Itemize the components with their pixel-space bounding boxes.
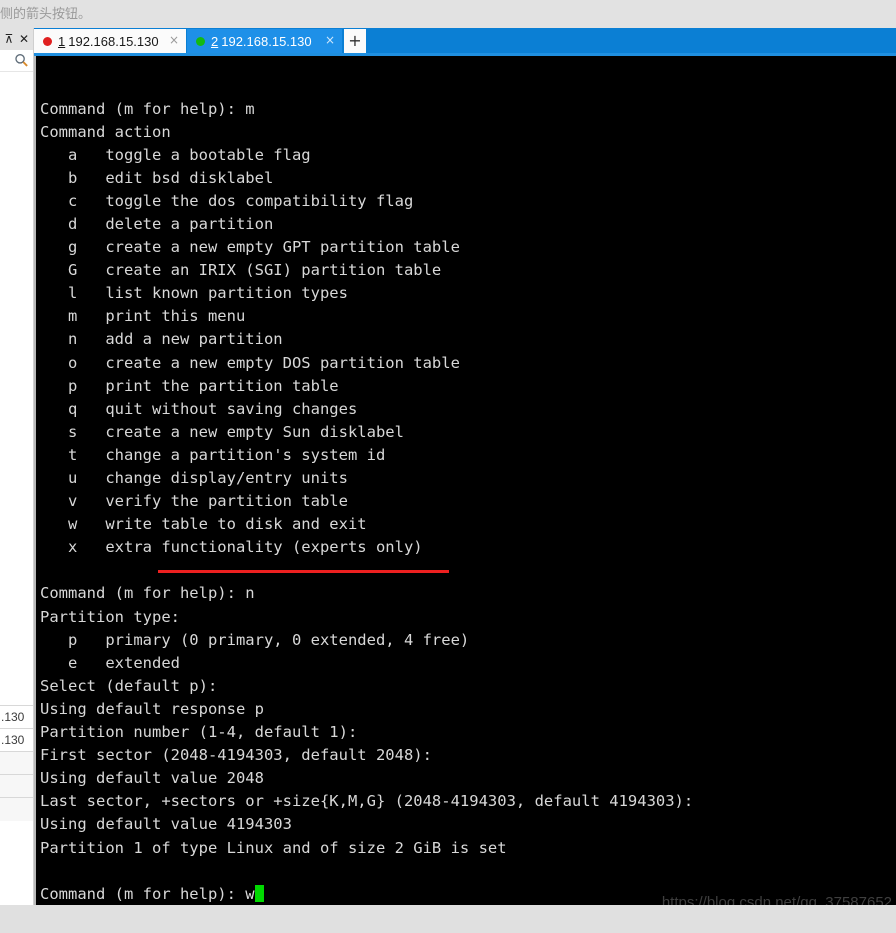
dock-search-row[interactable] <box>0 50 33 72</box>
tab-index-label: 1 <box>58 33 66 49</box>
add-tab-button[interactable]: + <box>344 29 366 53</box>
terminal-text: Command (m for help): m Command action a… <box>40 99 694 903</box>
terminal-top-rule <box>34 53 896 56</box>
terminal-cursor <box>254 884 264 902</box>
list-item[interactable] <box>0 775 33 798</box>
close-icon[interactable]: ✕ <box>17 31 31 47</box>
dock-titlebar: ⊼ ✕ <box>0 28 33 50</box>
watermark-text: https://blog.csdn.net/qq_37587652 <box>661 894 892 905</box>
tab-session-2[interactable]: 2 192.168.15.130 × <box>187 29 342 53</box>
close-icon[interactable]: × <box>325 33 335 47</box>
status-dot-icon <box>43 36 52 46</box>
bottom-status-bar <box>0 905 896 933</box>
tab-index-label: 2 <box>211 33 219 49</box>
tab-bar: 1 192.168.15.130 × 2 192.168.15.130 × + <box>34 28 896 53</box>
list-item[interactable] <box>0 752 33 775</box>
pin-icon[interactable]: ⊼ <box>2 31 16 47</box>
dock-session-list[interactable]: .130 .130 <box>0 72 33 905</box>
status-dot-icon <box>196 36 205 46</box>
tab-title-label: 192.168.15.130 <box>221 33 312 49</box>
tab-session-1[interactable]: 1 192.168.15.130 × <box>34 29 186 53</box>
top-help-text: 侧的箭头按钮。 <box>0 7 92 22</box>
search-icon[interactable] <box>14 53 29 68</box>
terminal-scrollbar[interactable] <box>34 56 36 905</box>
list-item[interactable]: .130 <box>0 706 33 729</box>
top-help-strip: 侧的箭头按钮。 <box>0 0 896 28</box>
tab-title-label: 192.168.15.130 <box>68 33 159 49</box>
terminal-output-area[interactable]: Command (m for help): m Command action a… <box>34 53 896 905</box>
annotation-underline-write-command <box>158 570 449 573</box>
list-item[interactable]: .130 <box>0 729 33 752</box>
left-dock-panel: ⊼ ✕ .130 .130 <box>0 28 34 905</box>
close-icon[interactable]: × <box>169 33 179 47</box>
list-item[interactable] <box>0 798 33 821</box>
dock-list-blank-area <box>0 72 33 706</box>
